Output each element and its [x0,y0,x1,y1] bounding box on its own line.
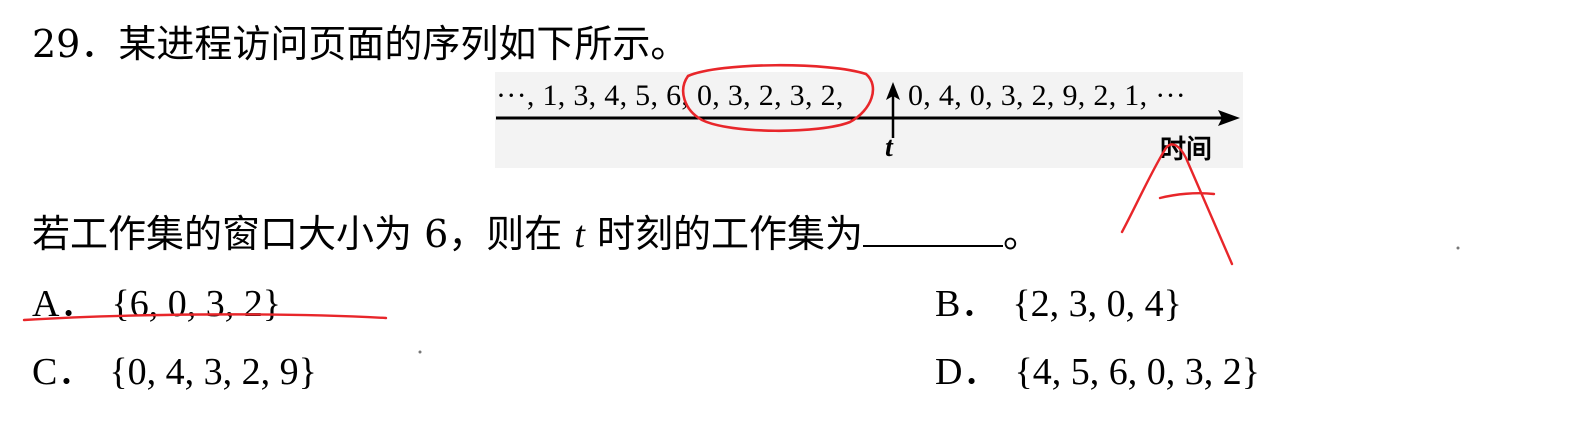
option-c-text: {0, 4, 3, 2, 9} [109,351,317,393]
option-a-text: {6, 0, 3, 2} [111,283,281,325]
prompt-text-after: 时刻的工作集为 [584,212,863,256]
answer-blank [863,211,1003,247]
page-sequence-after-t: 0, 4, 0, 3, 2, 9, 2, 1, ··· [908,79,1187,112]
page-sequence-before-t: ···, 1, 3, 4, 5, 6, 0, 3, 2, 3, 2, [496,79,844,112]
time-marker-label: t [885,132,893,163]
option-b[interactable]: B． {2, 3, 0, 4} [935,280,1182,328]
option-c-letter: C． [32,351,96,393]
handwritten-answer-crossbar [1158,192,1216,200]
time-axis-label: 时间 [1160,135,1213,165]
option-b-letter: B． [935,283,999,325]
option-b-text: {2, 3, 0, 4} [1012,283,1182,325]
option-d[interactable]: D． {4, 5, 6, 0, 3, 2} [935,348,1260,396]
option-d-text: {4, 5, 6, 0, 3, 2} [1014,351,1260,393]
option-a[interactable]: A． {6, 0, 3, 2} [32,280,281,328]
question-title: 29．某进程访问页面的序列如下所示。 [32,22,689,66]
prompt-time-variable: t [574,214,585,256]
option-a-letter: A． [32,283,98,325]
prompt-text-before: 若工作集的窗口大小为 6，则在 [32,212,575,256]
option-c[interactable]: C． {0, 4, 3, 2, 9} [32,348,317,396]
option-d-letter: D． [935,351,1001,393]
scan-speck [418,350,422,354]
prompt-text-end: 。 [1003,212,1042,256]
question-prompt: 若工作集的窗口大小为 6，则在 t 时刻的工作集为 。 [32,210,1041,259]
scan-speck [1456,246,1460,250]
